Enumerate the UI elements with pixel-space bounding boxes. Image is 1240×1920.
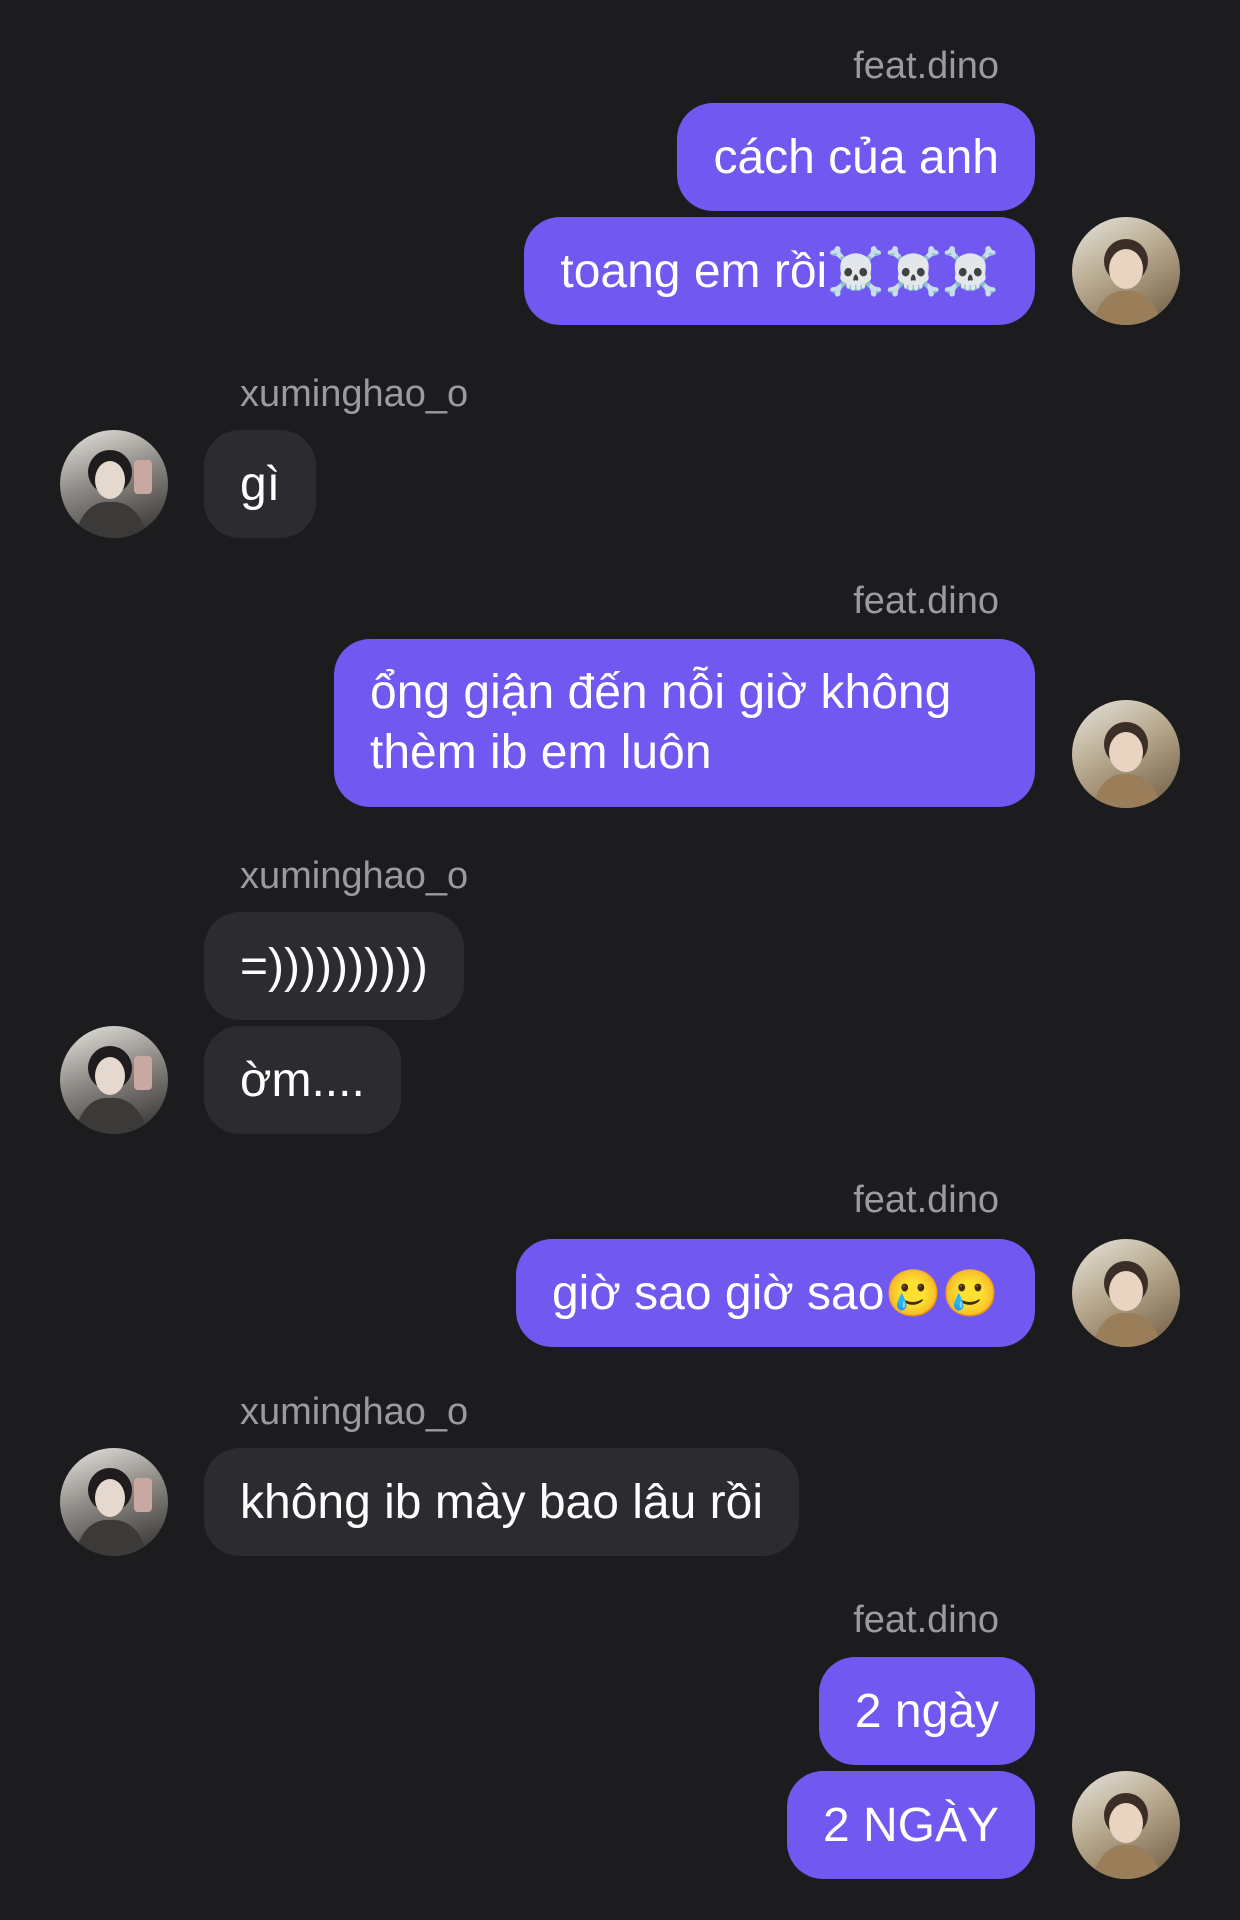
message-text: 2 NGÀY (822, 1798, 999, 1852)
sender-name-other: xuminghao_o (240, 855, 469, 897)
message-text: toang em rồi (560, 244, 828, 298)
message-text: gì (240, 457, 281, 511)
message-bubble-incoming[interactable]: không ib mày bao lâu rồi (204, 1448, 799, 1556)
message-bubble-outgoing[interactable]: ổng giận đến nỗi giờ không thèm ib em lu… (334, 639, 1035, 807)
message-bubble-incoming[interactable]: ờm.... (204, 1026, 401, 1134)
message-text: giờ sao giờ sao (551, 1266, 885, 1320)
sender-name-me: feat.dino (853, 1599, 999, 1641)
message-text: 2 ngày (854, 1684, 999, 1738)
smiling-tear-emoji: 🥲🥲 (884, 1265, 999, 1320)
sender-name-other: xuminghao_o (240, 373, 469, 415)
message-bubble-incoming[interactable]: gì (204, 430, 317, 538)
sender-name-me: feat.dino (853, 580, 999, 622)
sender-name-other: xuminghao_o (240, 1391, 469, 1433)
message-text: cách của anh (713, 130, 999, 184)
message-text: không ib mày bao lâu rồi (240, 1475, 763, 1529)
message-text: =)))))))))) (240, 939, 428, 993)
message-bubble-outgoing[interactable]: 2 ngày (818, 1657, 1035, 1765)
avatar-me[interactable] (1072, 1239, 1180, 1347)
skull-emoji: ☠️☠️☠️ (827, 243, 999, 298)
avatar-other[interactable] (60, 1448, 168, 1556)
avatar-me[interactable] (1072, 1771, 1180, 1879)
message-bubble-outgoing[interactable]: cách của anh (677, 103, 1035, 211)
message-bubble-outgoing[interactable]: toang em rồi ☠️☠️☠️ (524, 217, 1035, 325)
avatar-me[interactable] (1072, 217, 1180, 325)
message-bubble-incoming[interactable]: =)))))))))) (204, 912, 464, 1020)
avatar-other[interactable] (60, 430, 168, 538)
avatar-other[interactable] (60, 1026, 168, 1134)
message-bubble-outgoing[interactable]: 2 NGÀY (786, 1771, 1035, 1879)
avatar-me[interactable] (1072, 700, 1180, 808)
sender-name-me: feat.dino (853, 45, 999, 87)
sender-name-me: feat.dino (853, 1179, 999, 1221)
message-text: ổng giận đến nỗi giờ không thèm ib em lu… (370, 666, 952, 779)
message-bubble-outgoing[interactable]: giờ sao giờ sao 🥲🥲 (515, 1239, 1035, 1347)
message-text: ờm.... (240, 1053, 365, 1107)
